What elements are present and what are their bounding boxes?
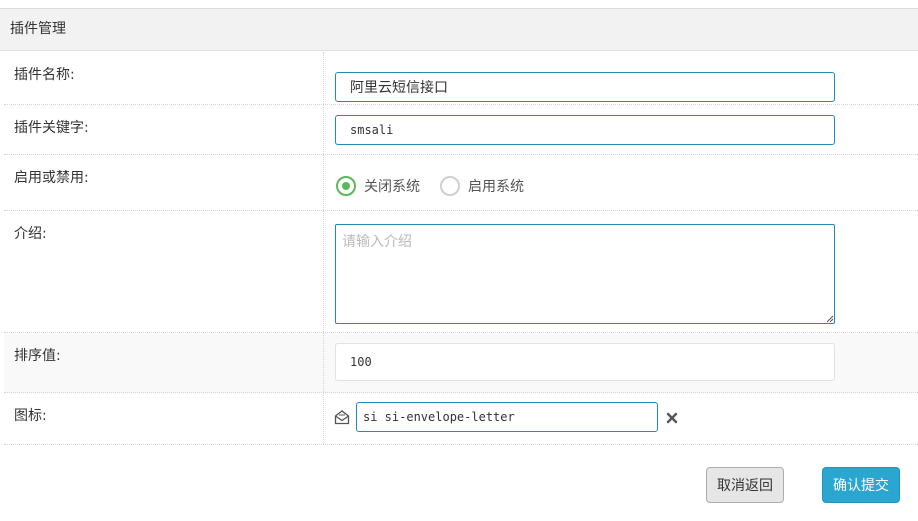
label-plugin-sort: 排序值: xyxy=(4,333,324,392)
radio-label-disable: 关闭系统 xyxy=(364,179,420,195)
radio-checked-indicator[interactable] xyxy=(336,176,356,196)
intro-textarea[interactable] xyxy=(335,224,835,324)
cancel-button[interactable]: 取消返回 xyxy=(706,467,784,503)
label-plugin-name: 插件名称: xyxy=(4,52,324,104)
radio-unchecked-indicator[interactable] xyxy=(440,176,460,196)
submit-button[interactable]: 确认提交 xyxy=(822,467,900,503)
label-plugin-icon: 图标: xyxy=(4,393,324,444)
status-radio-group: 关闭系统 启用系统 xyxy=(336,175,544,197)
row-plugin-sort: 排序值: xyxy=(4,333,918,393)
resize-grip-icon[interactable] xyxy=(826,315,834,323)
envelope-letter-icon xyxy=(334,410,350,425)
plugin-keyword-input[interactable] xyxy=(335,115,835,145)
radio-label-enable: 启用系统 xyxy=(468,179,524,195)
sort-value-input[interactable] xyxy=(335,343,835,381)
row-plugin-icon: 图标: xyxy=(4,393,918,445)
close-icon[interactable] xyxy=(666,412,678,424)
plugin-form: 插件名称: 插件关键字: 启用或禁用: 关闭系统 启用系统 介 xyxy=(4,52,918,445)
panel-title: 插件管理 xyxy=(0,9,918,51)
row-plugin-status: 启用或禁用: 关闭系统 启用系统 xyxy=(4,155,918,211)
row-plugin-name: 插件名称: xyxy=(4,52,918,105)
row-plugin-keyword: 插件关键字: xyxy=(4,105,918,155)
row-plugin-intro: 介绍: xyxy=(4,211,918,333)
label-plugin-intro: 介绍: xyxy=(4,211,324,332)
label-plugin-keyword: 插件关键字: xyxy=(4,105,324,154)
plugin-name-input[interactable] xyxy=(335,72,835,102)
icon-class-input[interactable] xyxy=(356,402,658,432)
radio-enable-system[interactable]: 启用系统 xyxy=(440,176,524,196)
radio-disable-system[interactable]: 关闭系统 xyxy=(336,176,420,196)
label-plugin-status: 启用或禁用: xyxy=(4,155,324,210)
